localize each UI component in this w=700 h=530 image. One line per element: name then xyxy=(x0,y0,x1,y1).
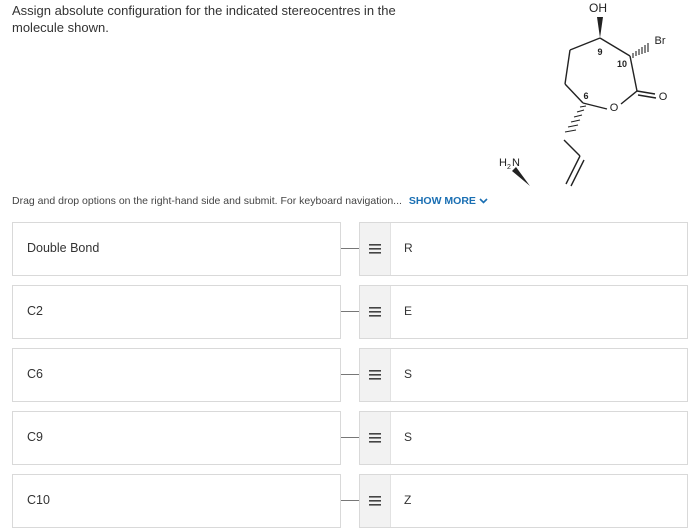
br-label: Br xyxy=(655,35,666,47)
drag-handle[interactable] xyxy=(360,475,391,527)
draggable-option[interactable]: S xyxy=(359,411,688,465)
target-label: C9 xyxy=(27,430,43,444)
drag-handle[interactable] xyxy=(360,286,391,338)
locant-10: 10 xyxy=(617,59,627,69)
draggable-option[interactable]: R xyxy=(359,222,688,276)
option-label: S xyxy=(404,430,413,444)
option-label: Z xyxy=(404,493,412,507)
show-more-label: SHOW MORE xyxy=(408,195,476,207)
wedge-bond-oh xyxy=(597,17,603,38)
show-more-link[interactable]: SHOW MORE xyxy=(409,195,488,207)
match-row: C10 Z xyxy=(12,474,688,528)
option-label: E xyxy=(404,304,413,318)
hash-bond-c6 xyxy=(564,105,587,133)
drag-handle[interactable] xyxy=(360,349,391,401)
molecule-structure: OH Br O O 9 10 6 H 2 N xyxy=(499,1,668,187)
chevron-down-icon xyxy=(479,198,488,204)
connector-line xyxy=(341,374,359,375)
draggable-option[interactable]: E xyxy=(359,285,688,339)
drop-target[interactable]: Double Bond xyxy=(12,222,341,276)
draggable-option[interactable]: Z xyxy=(359,474,688,528)
connector-line xyxy=(341,437,359,438)
drag-handle[interactable] xyxy=(360,412,391,464)
drag-handle-icon xyxy=(369,307,381,317)
drop-target[interactable]: C10 xyxy=(12,474,341,528)
drop-target[interactable]: C9 xyxy=(12,411,341,465)
ring-oxygen-label: O xyxy=(610,102,619,114)
target-label: Double Bond xyxy=(27,241,100,255)
amine-label: H 2 N xyxy=(499,157,520,171)
target-label: C6 xyxy=(27,367,43,381)
connector-line xyxy=(341,500,359,501)
carbonyl-oxygen-label: O xyxy=(659,91,668,103)
target-label: C2 xyxy=(27,304,43,318)
oh-label: OH xyxy=(589,1,607,15)
wedge-bond-amine xyxy=(512,167,530,186)
amine-subscript: 2 xyxy=(507,164,511,171)
option-label: S xyxy=(404,367,413,381)
drag-handle-icon xyxy=(369,433,381,443)
connector-line xyxy=(341,248,359,249)
hash-bond-br xyxy=(632,43,649,58)
amine-h: H xyxy=(499,157,507,169)
match-row: C2 E xyxy=(12,285,688,339)
drag-handle-icon xyxy=(369,370,381,380)
drag-handle-icon xyxy=(369,244,381,254)
drop-target[interactable]: C2 xyxy=(12,285,341,339)
target-label: C10 xyxy=(27,493,50,507)
match-row: C9 S xyxy=(12,411,688,465)
instructions-text: Drag and drop options on the right-hand … xyxy=(12,195,402,207)
locant-6: 6 xyxy=(583,91,588,101)
instructions-line: Drag and drop options on the right-hand … xyxy=(12,195,488,207)
locant-9: 9 xyxy=(597,47,602,57)
question-text: Assign absolute configuration for the in… xyxy=(12,3,396,35)
drop-target[interactable]: C6 xyxy=(12,348,341,402)
amine-n: N xyxy=(512,157,520,169)
draggable-option[interactable]: S xyxy=(359,348,688,402)
option-label: R xyxy=(404,241,413,255)
match-row: Double Bond R xyxy=(12,222,688,276)
match-row: C6 S xyxy=(12,348,688,402)
drag-handle[interactable] xyxy=(360,223,391,275)
drag-handle-icon xyxy=(369,496,381,506)
connector-line xyxy=(341,311,359,312)
